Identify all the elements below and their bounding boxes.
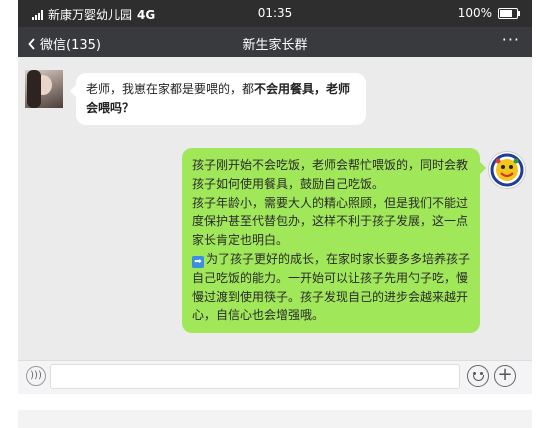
voice-icon[interactable]: ))) [26, 366, 46, 386]
message-input[interactable] [50, 364, 460, 389]
status-right: 100% [457, 6, 520, 20]
status-time: 01:35 [257, 6, 293, 20]
input-bar: ))) + [18, 360, 532, 394]
sender-avatar[interactable] [25, 70, 63, 108]
outgoing-paragraph-3-wrap: ➡ 为了孩子更好的成长，在家时家长要多多培养孩子自己吃饭的能力。一开始可以让孩子先… [192, 250, 470, 325]
outgoing-paragraph-1: 孩子刚开始不会吃饭，老师会帮忙喂饭的，同时会教孩子如何使用餐具，鼓励自己吃饭。 [192, 158, 469, 191]
outgoing-paragraph-3: 为了孩子更好的成长，在家时家长要多多培养孩子自己吃饭的能力。一开始可以让孩子先用… [192, 251, 471, 323]
bottom-panel [18, 410, 532, 428]
incoming-bubble[interactable]: 老师，我崽在家都是要喂的，都不会用餐具，老师会喂吗？ [70, 73, 366, 125]
battery-icon [498, 7, 520, 19]
plus-icon[interactable]: + [494, 365, 516, 387]
chat-title: 新生家长群 [242, 38, 308, 53]
emoji-icon[interactable] [467, 365, 489, 387]
incoming-text: 老师，我崽在家都是要喂的，都 [86, 82, 255, 96]
battery-percent: 100% [457, 6, 492, 20]
outgoing-bubble[interactable]: 孩子刚开始不会吃饭，老师会帮忙喂饭的，同时会教孩子如何使用餐具，鼓励自己吃饭。 … [182, 148, 486, 334]
kindergarten-avatar[interactable] [488, 151, 526, 189]
more-options-button[interactable]: ··· [502, 30, 520, 49]
chat-screen: 新康万婴幼儿园 4G 01:35 100% 微信(135) 新生家长群 ··· … [18, 0, 532, 394]
right-arrow-emoji-icon: ➡ [192, 255, 204, 268]
kindergarten-logo-icon [490, 153, 524, 187]
outgoing-paragraph-2: 孩子年龄小，需要大人的精心照顾，但是我们不能过度保护甚至代替包办，这样不利于孩子… [192, 195, 469, 248]
status-bar: 新康万婴幼儿园 4G 01:35 100% [18, 0, 532, 27]
nav-bar: 微信(135) 新生家长群 ··· [18, 27, 532, 57]
